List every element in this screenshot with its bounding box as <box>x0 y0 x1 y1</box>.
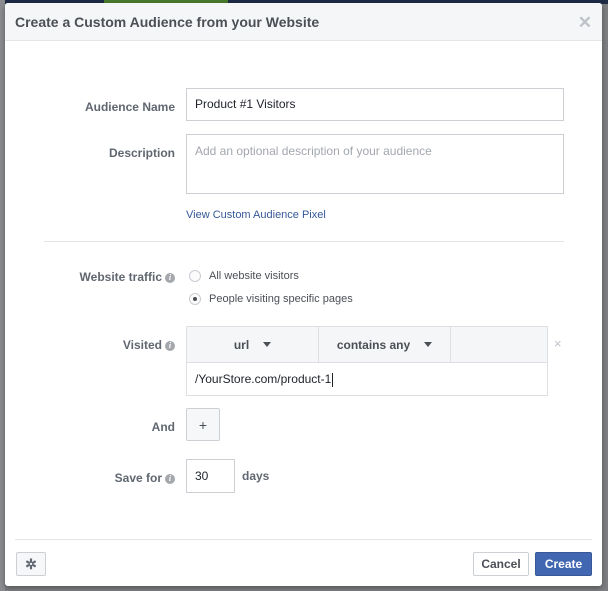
description-label: Description <box>108 146 175 160</box>
save-days-input[interactable]: 30 <box>186 459 235 493</box>
remove-rule-icon[interactable]: × <box>554 336 562 351</box>
radio-button[interactable] <box>189 293 201 305</box>
info-icon[interactable]: i <box>165 473 175 484</box>
website-traffic-label-text: Website traffic <box>79 270 162 284</box>
operator-select[interactable]: contains any <box>319 327 450 362</box>
url-value-text: /YourStore.com/product-1 <box>195 372 332 386</box>
radio-label: All website visitors <box>209 270 299 282</box>
radio-button[interactable] <box>189 270 201 282</box>
settings-gear-button[interactable]: ✲ <box>16 552 46 576</box>
cancel-button[interactable]: Cancel <box>473 552 529 576</box>
days-unit-label: days <box>242 469 270 483</box>
info-icon[interactable]: i <box>165 340 175 351</box>
add-rule-button[interactable]: + <box>186 408 220 441</box>
radio-label: People visiting specific pages <box>209 293 353 305</box>
dialog-title: Create a Custom Audience from your Websi… <box>15 14 320 30</box>
radio-all-visitors[interactable]: All website visitors <box>189 270 299 282</box>
and-label: And <box>151 420 175 434</box>
radio-specific-pages[interactable]: People visiting specific pages <box>189 293 353 305</box>
website-traffic-label: Website traffic i <box>15 270 175 284</box>
save-for-label: Save for i <box>15 471 175 485</box>
url-value-input[interactable]: /YourStore.com/product-1 <box>187 363 547 395</box>
footer-divider <box>15 539 592 540</box>
create-button[interactable]: Create <box>535 552 592 576</box>
section-divider <box>44 241 564 242</box>
gear-icon: ✲ <box>25 555 37 572</box>
field-select[interactable]: url <box>187 327 318 362</box>
divider <box>450 327 451 362</box>
close-icon[interactable]: ✕ <box>578 13 592 33</box>
audience-name-label: Audience Name <box>84 100 175 114</box>
chevron-down-icon <box>424 342 433 347</box>
text-cursor <box>332 372 334 387</box>
description-input[interactable]: Add an optional description of your audi… <box>186 134 564 194</box>
visited-rule: url contains any /YourStore.com/product-… <box>186 326 548 396</box>
chevron-down-icon <box>263 342 272 347</box>
visited-label: Visited i <box>15 338 175 352</box>
view-pixel-link[interactable]: View Custom Audience Pixel <box>186 209 326 221</box>
rule-header: url contains any <box>187 327 547 363</box>
save-for-label-text: Save for <box>114 471 162 485</box>
audience-name-input[interactable]: Product #1 Visitors <box>186 88 564 121</box>
visited-label-text: Visited <box>122 338 162 352</box>
info-icon[interactable]: i <box>165 272 175 283</box>
dialog-header: Create a Custom Audience from your Websi… <box>5 3 602 41</box>
operator-select-value: contains any <box>336 337 411 352</box>
create-audience-dialog: Create a Custom Audience from your Websi… <box>5 3 602 586</box>
field-select-value: url <box>233 337 250 352</box>
